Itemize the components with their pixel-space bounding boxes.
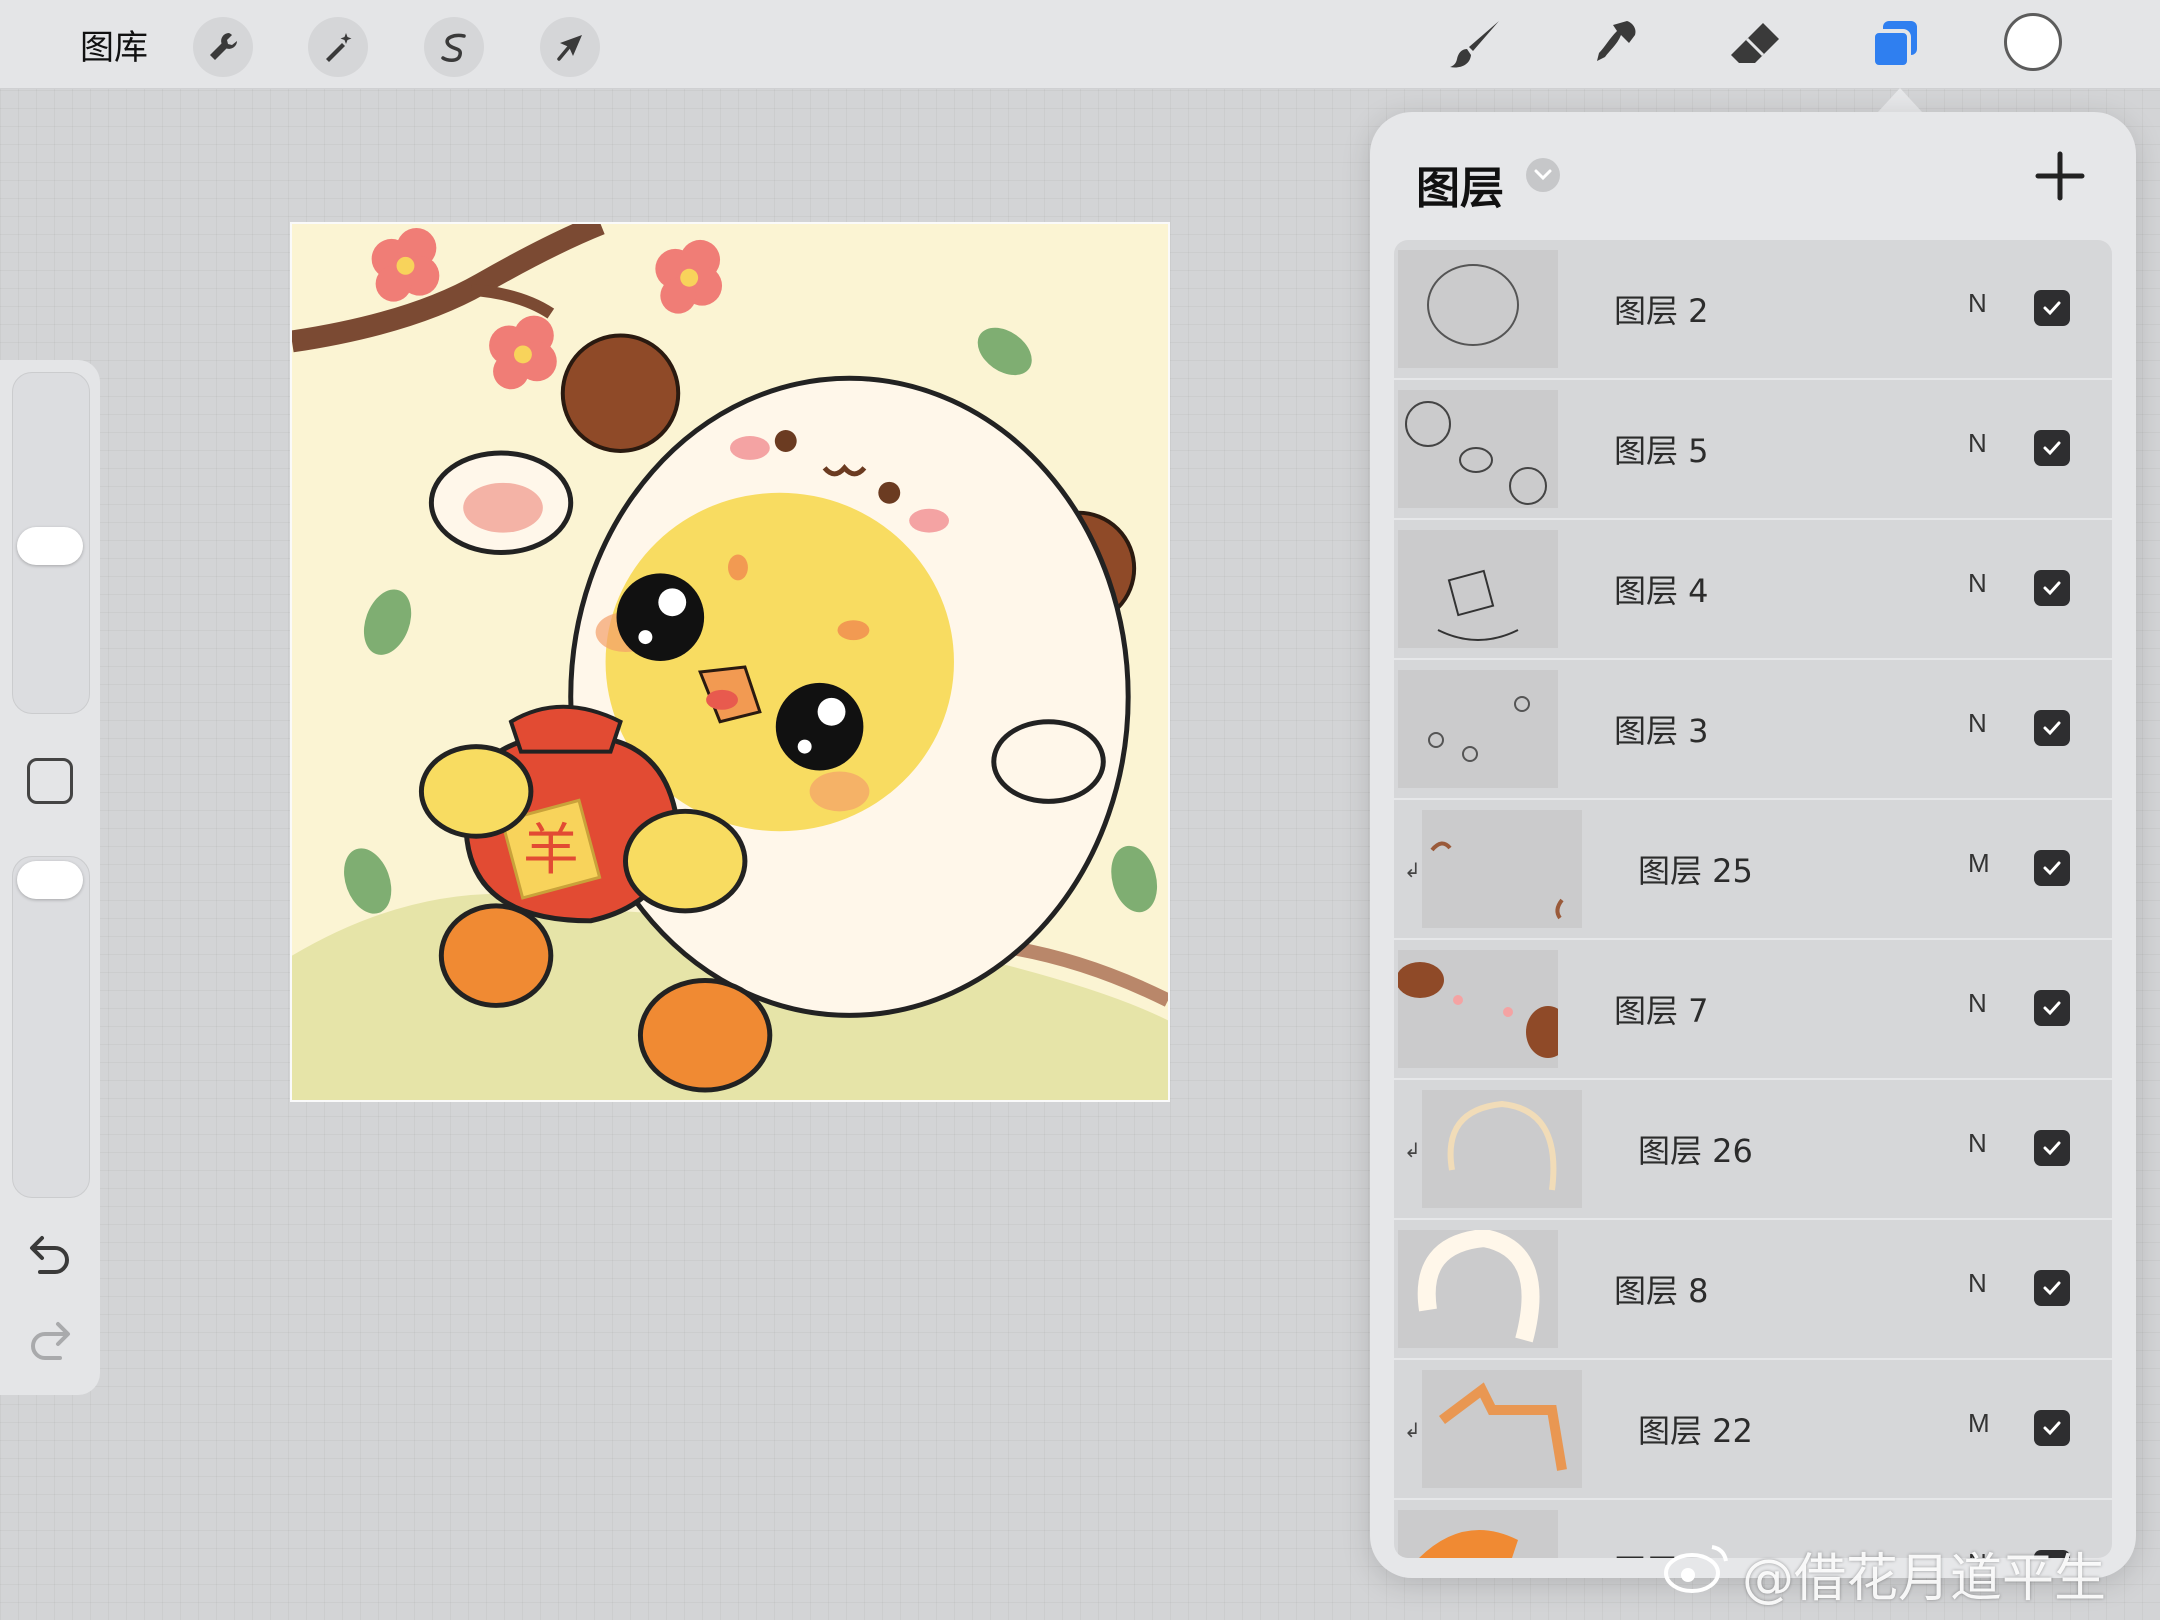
layer-list[interactable]: 图层 2 N 图层 5 N 图层 4 N 图层 3 N ↲ 图层 25 M 图层… xyxy=(1394,240,2112,1558)
brush-icon[interactable] xyxy=(1444,12,1510,78)
top-toolbar: 图库 xyxy=(0,0,2160,89)
visibility-checkbox[interactable] xyxy=(2034,570,2070,606)
magic-wand-icon[interactable] xyxy=(308,17,368,77)
visibility-checkbox[interactable] xyxy=(2034,1410,2070,1446)
selection-s-icon[interactable] xyxy=(424,17,484,77)
layer-thumbnail xyxy=(1398,1510,1558,1558)
visibility-checkbox[interactable] xyxy=(2034,710,2070,746)
layer-row[interactable]: 图层 2 N xyxy=(1394,240,2112,380)
visibility-checkbox[interactable] xyxy=(2034,1130,2070,1166)
layer-row[interactable]: ↲ 图层 25 M xyxy=(1394,800,2112,940)
add-layer-button[interactable] xyxy=(2030,146,2090,206)
redo-icon[interactable] xyxy=(26,1318,74,1366)
undo-icon[interactable] xyxy=(26,1232,74,1280)
layer-thumbnail xyxy=(1398,1230,1558,1348)
wrench-icon[interactable] xyxy=(193,17,253,77)
layer-thumbnail xyxy=(1398,950,1558,1068)
modify-square-icon[interactable] xyxy=(27,758,73,804)
visibility-checkbox[interactable] xyxy=(2034,430,2070,466)
blend-mode-button[interactable]: N xyxy=(1968,1128,1987,1159)
visibility-checkbox[interactable] xyxy=(2034,1270,2070,1306)
layer-row[interactable]: 图层 5 N xyxy=(1394,380,2112,520)
blend-mode-button[interactable]: N xyxy=(1968,988,1987,1019)
opacity-knob[interactable] xyxy=(17,861,83,899)
color-picker-button[interactable] xyxy=(2004,13,2062,71)
brush-size-knob[interactable] xyxy=(17,527,83,565)
blend-mode-button[interactable]: M xyxy=(1968,848,1990,879)
smudge-icon[interactable] xyxy=(1584,12,1650,78)
bag-character: 羊 xyxy=(523,818,579,883)
layers-panel-title: 图层 xyxy=(1416,163,1504,214)
clipping-mask-icon: ↲ xyxy=(1404,858,1421,882)
blend-mode-button[interactable]: N xyxy=(1968,288,1987,319)
visibility-checkbox[interactable] xyxy=(2034,850,2070,886)
layer-name: 图层 2 xyxy=(1614,292,1709,330)
layer-row[interactable]: 图层 8 N xyxy=(1394,1220,2112,1360)
layer-name: 图层 4 xyxy=(1614,572,1709,610)
visibility-checkbox[interactable] xyxy=(2034,290,2070,326)
transform-arrow-icon[interactable] xyxy=(540,17,600,77)
visibility-checkbox[interactable] xyxy=(2034,990,2070,1026)
layer-row[interactable]: ↲ 图层 26 N xyxy=(1394,1080,2112,1220)
layer-name: 图层 26 xyxy=(1638,1132,1753,1170)
layer-row[interactable]: 图层 4 N xyxy=(1394,520,2112,660)
layers-icon[interactable] xyxy=(1862,12,1928,78)
brush-size-slider[interactable] xyxy=(12,372,90,714)
blend-mode-button[interactable]: N xyxy=(1968,568,1987,599)
blend-mode-button[interactable]: N xyxy=(1968,708,1987,739)
layer-name: 图层 7 xyxy=(1614,992,1709,1030)
drawing-canvas[interactable]: 羊 xyxy=(290,222,1170,1102)
eraser-icon[interactable] xyxy=(1722,12,1788,78)
gallery-button[interactable]: 图库 xyxy=(80,20,148,69)
blend-mode-button[interactable]: N xyxy=(1968,1268,1987,1299)
chevron-down-icon[interactable] xyxy=(1526,158,1560,192)
layer-thumbnail xyxy=(1422,810,1582,928)
layer-thumbnail xyxy=(1398,390,1558,508)
clipping-mask-icon: ↲ xyxy=(1404,1138,1421,1162)
layer-name: 图层 25 xyxy=(1638,852,1753,890)
left-sidebar xyxy=(0,360,100,1395)
layer-thumbnail xyxy=(1398,250,1558,368)
layers-panel: 图层 图层 2 N 图层 5 N 图层 4 N 图层 3 N ↲ 图层 25 M… xyxy=(1370,112,2136,1578)
clipping-mask-icon: ↲ xyxy=(1404,1418,1421,1442)
layer-row[interactable]: 图层 3 N xyxy=(1394,660,2112,800)
layer-thumbnail xyxy=(1398,670,1558,788)
layer-row[interactable]: ↲ 图层 22 M xyxy=(1394,1360,2112,1500)
layer-name: 图层 3 xyxy=(1614,712,1709,750)
weibo-logo-icon xyxy=(1662,1539,1732,1608)
layer-thumbnail xyxy=(1422,1370,1582,1488)
opacity-slider[interactable] xyxy=(12,856,90,1198)
blend-mode-button[interactable]: M xyxy=(1968,1408,1990,1439)
panel-caret xyxy=(1878,88,1922,112)
watermark-text: @借花月道平生 xyxy=(1742,1549,2107,1609)
layer-thumbnail xyxy=(1422,1090,1582,1208)
layer-name: 图层 22 xyxy=(1638,1412,1753,1450)
layer-name: 图层 5 xyxy=(1614,432,1709,470)
layer-name: 图层 8 xyxy=(1614,1272,1709,1310)
layer-thumbnail xyxy=(1398,530,1558,648)
blend-mode-button[interactable]: N xyxy=(1968,428,1987,459)
layer-row[interactable]: 图层 7 N xyxy=(1394,940,2112,1080)
watermark: @借花月道平生 xyxy=(1662,1536,2106,1611)
